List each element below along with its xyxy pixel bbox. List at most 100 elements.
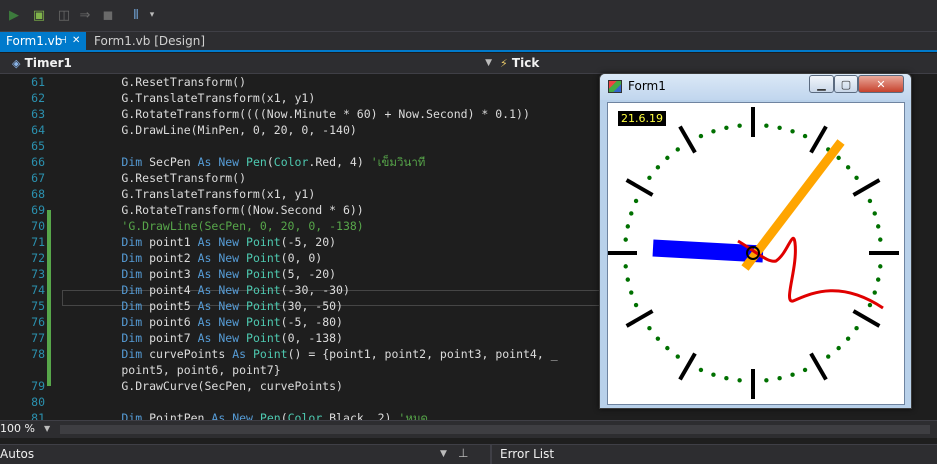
event-dropdown[interactable]: ⚡ Tick <box>500 55 937 72</box>
code-line[interactable]: G.ResetTransform() <box>66 74 246 90</box>
line-number: 75 <box>31 299 45 313</box>
code-line[interactable]: G.TranslateTransform(x1, y1) <box>66 186 315 202</box>
code-line[interactable]: G.DrawLine(MinPen, 0, 20, 0, -140) <box>66 122 357 138</box>
line-number: 61 <box>31 75 45 89</box>
change-indicator-bar <box>47 210 51 386</box>
solution-explorer-icon[interactable]: ⫴ <box>126 6 146 24</box>
minute-dot <box>711 129 716 134</box>
line-number: 63 <box>31 107 45 121</box>
code-line[interactable]: Dim point4 As New Point(-30, -30) <box>66 282 350 298</box>
form-client-area: 21.6.19 <box>607 102 905 405</box>
hour-tick <box>678 352 697 381</box>
pin-icon[interactable]: ⊥ <box>458 446 468 460</box>
close-button[interactable]: ✕ <box>858 75 904 93</box>
horizontal-scrollbar[interactable] <box>60 425 930 434</box>
code-token: G.RotateTransform((Now.Second * 6)) <box>66 203 364 217</box>
code-line[interactable]: G.DrawCurve(SecPen, curvePoints) <box>66 378 343 394</box>
line-number: 65 <box>31 139 45 153</box>
autos-panel-title[interactable]: Autos <box>0 447 34 461</box>
code-line[interactable]: G.RotateTransform((Now.Second * 6)) <box>66 202 364 218</box>
code-line[interactable]: G.TranslateTransform(x1, y1) <box>66 90 315 106</box>
code-line[interactable]: Dim PointPen As New Pen(Color.Black, 2) … <box>66 410 428 420</box>
code-token: G.ResetTransform() <box>66 75 247 89</box>
code-token: Dim <box>121 331 143 345</box>
code-token: Color <box>287 411 323 420</box>
minute-dot <box>836 155 841 161</box>
line-number: 73 <box>31 267 45 281</box>
code-token: point2 <box>142 251 198 265</box>
code-token: point4 <box>142 283 198 297</box>
zoom-dropdown-icon[interactable]: ▼ <box>44 424 50 433</box>
forward-icon[interactable]: ⇒ <box>76 6 94 24</box>
line-number: 70 <box>31 219 45 233</box>
code-token: G.ResetTransform() <box>66 171 247 185</box>
minimize-button[interactable]: ▁ <box>809 75 834 93</box>
code-line[interactable]: G.ResetTransform() <box>66 170 246 186</box>
code-token: As New <box>211 411 253 420</box>
error-list-panel-title[interactable]: Error List <box>500 447 554 461</box>
code-token: As New <box>197 315 240 329</box>
zoom-level[interactable]: 100 % <box>0 422 35 435</box>
build-icon[interactable]: ▣ <box>28 6 50 24</box>
code-token: G.RotateTransform((((Now.Minute * 60) + … <box>66 107 530 121</box>
code-line[interactable]: Dim point1 As New Point(-5, 20) <box>66 234 336 250</box>
tab-form1-design[interactable]: Form1.vb [Design] <box>88 32 211 50</box>
code-token: point1 <box>142 235 198 249</box>
code-line[interactable]: Dim point2 As New Point(0, 0) <box>66 250 322 266</box>
minute-dot <box>777 125 782 130</box>
form1-title-bar[interactable]: Form1 ▁ ▢ ✕ <box>600 74 911 100</box>
code-token: Point <box>246 235 281 249</box>
close-icon[interactable]: ✕ <box>72 32 80 50</box>
code-line[interactable]: Dim curvePoints As Point() = {point1, po… <box>66 346 557 362</box>
bottom-panel: Autos ▼ ⊥ Error List <box>0 444 937 464</box>
code-line[interactable]: point5, point6, point7} <box>66 362 280 378</box>
form1-window[interactable]: Form1 ▁ ▢ ✕ 21.6.19 <box>599 73 912 409</box>
code-line[interactable]: Dim SecPen As New Pen(Color.Red, 4) 'เข็… <box>66 154 425 170</box>
code-token: .Red, 4) <box>308 155 371 169</box>
panel-dropdown-icon[interactable]: ▼ <box>440 449 447 459</box>
chevron-down-icon: ▼ <box>485 58 492 68</box>
document-tabs: Form1.vb ⊣ ✕ Form1.vb [Design] <box>0 32 937 52</box>
code-token: As New <box>197 251 240 265</box>
code-line[interactable]: 'G.DrawLine(SecPen, 0, 20, 0, -138) <box>66 218 363 234</box>
code-line[interactable]: Dim point7 As New Point(0, -138) <box>66 330 343 346</box>
code-token: ( <box>280 411 288 420</box>
minute-dot <box>698 133 704 139</box>
stop-icon[interactable]: ◼ <box>100 6 116 24</box>
tab-form1-vb[interactable]: Form1.vb ⊣ ✕ <box>0 32 86 50</box>
hour-tick <box>625 178 654 197</box>
code-token: G.DrawLine(MinPen, 0, 20, 0, -140) <box>66 123 357 137</box>
pin-icon[interactable]: ⊣ <box>58 32 67 50</box>
minute-dot <box>647 326 652 331</box>
code-token: Point <box>246 331 281 345</box>
code-token: .Black, 2) <box>322 411 399 420</box>
run-icon[interactable]: ▶ <box>6 6 22 24</box>
code-token: ( <box>266 155 274 169</box>
code-line[interactable]: Dim point5 As New Point(30, -50) <box>66 298 343 314</box>
minute-dot <box>633 198 639 204</box>
code-token: (0, -138) <box>280 331 343 345</box>
line-number: 74 <box>31 283 45 297</box>
maximize-button[interactable]: ▢ <box>834 75 858 93</box>
class-dropdown[interactable]: ◈ Timer1 ▼ <box>12 55 496 72</box>
code-token: Dim <box>121 267 143 281</box>
code-token: Point <box>246 315 281 329</box>
step-icon[interactable]: ◫ <box>56 6 72 24</box>
minute-dot <box>737 123 742 128</box>
minute-dot <box>711 372 716 377</box>
dropdown-icon[interactable]: ▾ <box>146 6 158 24</box>
minute-dot <box>655 336 661 341</box>
code-line[interactable]: Dim point3 As New Point(5, -20) <box>66 266 336 282</box>
code-line[interactable]: Dim point6 As New Point(-5, -80) <box>66 314 343 330</box>
line-number: 80 <box>31 395 45 409</box>
code-line[interactable]: G.RotateTransform((((Now.Minute * 60) + … <box>66 106 530 122</box>
